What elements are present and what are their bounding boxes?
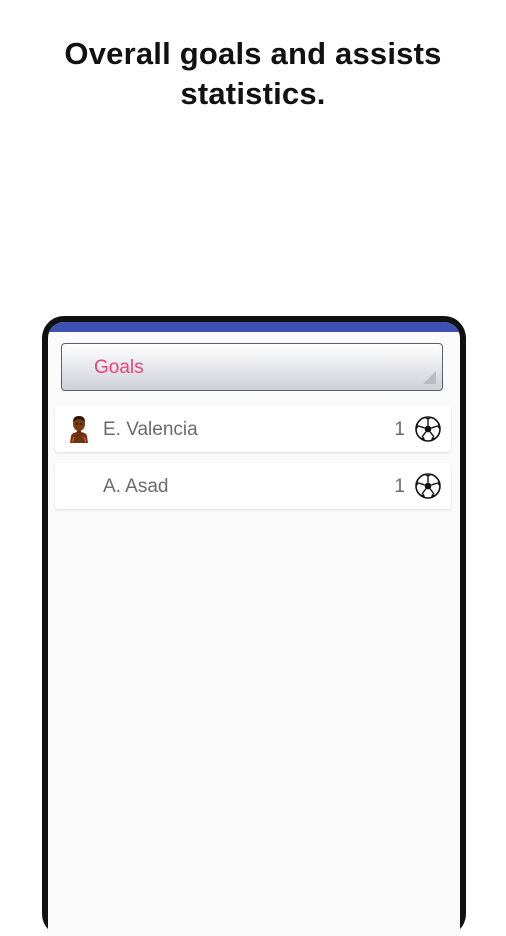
soccer-ball-icon <box>415 473 441 499</box>
soccer-ball-icon <box>415 416 441 442</box>
promo-headline: Overall goals and assists statistics. <box>0 34 506 114</box>
app-top-bar <box>48 322 460 332</box>
player-row[interactable]: A. Asad 1 <box>55 463 451 509</box>
player-row[interactable]: E. Valencia 1 <box>55 406 451 452</box>
dropdown-arrow-icon <box>423 371 436 384</box>
app-screen: Goals E. Valencia 1 A. Asad 1 <box>48 322 460 936</box>
player-stats-list: E. Valencia 1 A. Asad 1 <box>55 406 451 520</box>
phone-frame: Goals E. Valencia 1 A. Asad 1 <box>42 316 466 936</box>
stat-type-dropdown[interactable]: Goals <box>61 343 443 391</box>
player-name: E. Valencia <box>103 419 198 440</box>
headline-line-2: statistics. <box>180 76 326 111</box>
player-stat-count: 1 <box>394 419 405 440</box>
player-avatar-icon <box>70 416 88 443</box>
player-name: A. Asad <box>103 476 169 497</box>
dropdown-selected-value: Goals <box>94 357 144 378</box>
headline-line-1: Overall goals and assists <box>64 36 442 71</box>
player-stat-count: 1 <box>394 476 405 497</box>
